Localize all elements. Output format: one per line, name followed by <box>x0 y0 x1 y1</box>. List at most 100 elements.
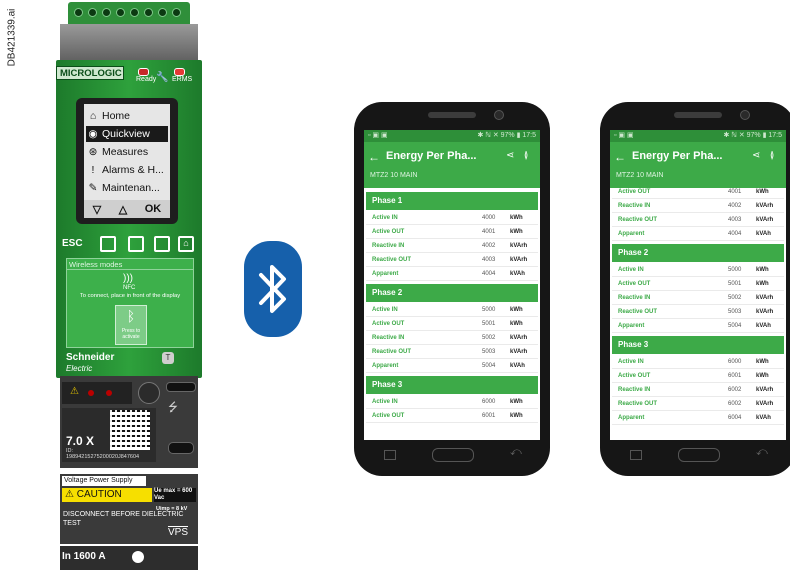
energy-row: Reactive OUT 5003 kVArh <box>366 346 538 359</box>
wrench-icon: 🔧 <box>156 72 169 83</box>
camera <box>494 110 504 120</box>
energy-row: Reactive OUT 5003 kVArh <box>612 306 784 319</box>
energy-unit: kWh <box>756 359 769 365</box>
energy-row: Active OUT 4001 kWh <box>612 186 784 199</box>
test-button[interactable]: T <box>162 352 174 364</box>
share-icon[interactable]: ⋖ <box>752 150 760 161</box>
energy-label: Reactive IN <box>618 387 651 393</box>
menu-label: Maintenan... <box>102 182 160 194</box>
energy-value: 4000 <box>482 215 496 221</box>
energy-value: 5000 <box>482 307 496 313</box>
energy-label: Reactive OUT <box>618 217 658 223</box>
esc-button[interactable] <box>100 236 116 252</box>
back-icon[interactable]: ⤺ <box>756 446 768 459</box>
erms-label: ERMS <box>172 76 193 83</box>
energy-row: Active IN 6000 kWh <box>366 396 538 409</box>
bluetooth-status-icon[interactable]: ≬ <box>524 150 528 161</box>
menu-label: Home <box>102 110 131 122</box>
test-port[interactable] <box>168 442 194 454</box>
energy-unit: kVArh <box>510 257 528 263</box>
energy-label: Active IN <box>372 215 398 221</box>
energy-label: Active IN <box>618 267 644 273</box>
bluetooth-badge <box>244 241 302 337</box>
recent-apps-icon[interactable] <box>384 450 396 460</box>
left-button[interactable] <box>128 236 144 252</box>
caution-label: ⚠ CAUTION <box>62 488 152 502</box>
energy-value: 6000 <box>728 359 742 365</box>
energy-list[interactable]: Phase 1 Active IN 4000 kWh Active OUT 4001 kWh… <box>364 188 540 440</box>
energy-unit: kWh <box>756 267 769 273</box>
energy-unit: kVArh <box>756 295 774 301</box>
esc-label: ESC <box>62 238 83 249</box>
share-icon[interactable]: ⋖ <box>506 150 514 161</box>
indicator-strip: ⚠ <box>62 382 132 404</box>
recent-apps-icon[interactable] <box>630 450 642 460</box>
ue-max-label: Ue max = 600 Vac <box>154 488 196 502</box>
menu-item[interactable]: ✎ Maintenan... <box>86 180 168 196</box>
energy-row: Reactive OUT 4003 kVArh <box>612 214 784 227</box>
energy-label: Reactive IN <box>618 203 651 209</box>
button-row: ESC ⌂ <box>60 236 198 252</box>
energy-value: 5001 <box>482 321 496 327</box>
energy-unit: kWh <box>756 189 769 195</box>
energy-value: 5003 <box>728 309 742 315</box>
right-button[interactable] <box>154 236 170 252</box>
id-value: 19894215275200020J847604 <box>66 454 140 460</box>
energy-unit: kVAh <box>756 323 771 329</box>
mid-section: ⚠ ⭍ 7.0 X ID: 19894215275200020J847604 <box>60 376 198 468</box>
down-key[interactable]: ▽ <box>93 203 101 216</box>
back-icon[interactable]: ⤺ <box>510 446 522 459</box>
energy-label: Active IN <box>372 399 398 405</box>
ready-label: Ready <box>136 76 157 83</box>
schneider-logo: Schneider <box>66 352 115 363</box>
energy-value: 4004 <box>482 271 496 277</box>
energy-row: Reactive OUT 4003 kVArh <box>366 254 538 267</box>
energy-label: Apparent <box>372 363 399 369</box>
bluetooth-status-icon[interactable]: ≬ <box>770 150 774 161</box>
home-button[interactable]: ⌂ <box>178 236 194 252</box>
smartphone-2: ▫ ▣ ▣ ✱ ℕ ✕ 97% ▮ 17:5 ← Energy Per Pha... ⋖… <box>600 102 790 476</box>
energy-unit: kVArh <box>510 349 528 355</box>
energy-label: Reactive OUT <box>618 401 658 407</box>
home-button[interactable] <box>678 448 720 462</box>
energy-list[interactable]: Active OUT 4001 kWh Reactive IN 4002 kVArh Rea… <box>610 188 786 440</box>
wireless-panel: Wireless modes ))) NFC To connect, place… <box>66 258 194 348</box>
erms-led <box>174 68 185 76</box>
energy-unit: kVAh <box>510 363 525 369</box>
energy-value: 6002 <box>728 401 742 407</box>
energy-label: Reactive OUT <box>372 257 412 263</box>
id-card: 7.0 X ID: 19894215275200020J847604 <box>62 408 156 462</box>
energy-value: 4003 <box>728 217 742 223</box>
energy-value: 4002 <box>728 203 742 209</box>
ok-key[interactable]: OK <box>145 203 162 215</box>
menu-item[interactable]: ! Alarms & H... <box>86 162 168 178</box>
speaker <box>428 112 476 118</box>
energy-row: Reactive IN 4002 kVArh <box>366 240 538 253</box>
home-button[interactable] <box>432 448 474 462</box>
screen-title: Energy Per Pha... <box>386 150 477 162</box>
back-arrow-icon[interactable]: ← <box>614 150 626 164</box>
bluetooth-activate-button[interactable]: ᛒ Press to activate <box>115 305 147 345</box>
energy-unit: kVArh <box>756 203 774 209</box>
up-key[interactable]: △ <box>119 203 127 216</box>
upper-housing <box>60 24 198 62</box>
menu-item[interactable]: ⊛ Measures <box>86 144 168 160</box>
menu-item[interactable]: ◉ Quickview <box>86 126 168 142</box>
warning-icon: ⚠ <box>70 386 79 397</box>
energy-row: Apparent 6004 kVAh <box>612 412 784 425</box>
reset-button[interactable] <box>138 382 160 404</box>
soft-keys: ▽ △ OK <box>84 200 170 218</box>
back-arrow-icon[interactable]: ← <box>368 150 380 164</box>
phase-header: Phase 3 <box>612 336 784 354</box>
bluetooth-icon <box>259 265 286 313</box>
menu-icon: ◉ <box>88 128 98 140</box>
energy-value: 6004 <box>728 415 742 421</box>
energy-value: 4002 <box>482 243 496 249</box>
energy-unit: kWh <box>510 307 523 313</box>
energy-row: Apparent 5004 kVAh <box>612 320 784 333</box>
menu-item[interactable]: ⌂ Home <box>86 108 168 124</box>
wireless-title: Wireless modes <box>69 260 123 269</box>
usb-cover[interactable] <box>166 382 196 392</box>
vps-module: Voltage Power Supply ⚠ CAUTION Ue max = … <box>60 474 198 544</box>
vps-label: Voltage Power Supply <box>62 476 146 486</box>
